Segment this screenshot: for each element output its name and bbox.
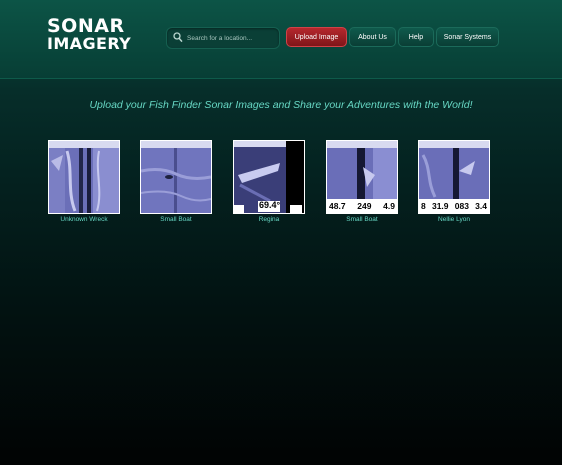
gallery-item[interactable]: Small Boat [140, 140, 212, 223]
sonar-reading: 249 [357, 201, 372, 211]
gallery-caption[interactable]: Unknown Wreck [48, 216, 120, 223]
sonar-reading: 083 [454, 201, 469, 211]
sonar-systems-button[interactable]: Sonar Systems [436, 27, 499, 47]
upload-image-button[interactable]: Upload Image [286, 27, 347, 47]
about-us-button[interactable]: About Us [349, 27, 396, 47]
sonar-thumbnail[interactable] [48, 140, 120, 214]
search-input[interactable] [187, 30, 275, 46]
help-button[interactable]: Help [398, 27, 434, 47]
logo-line-2: IMAGERY [47, 34, 132, 53]
search-icon [173, 32, 183, 43]
gallery-caption[interactable]: Small Boat [140, 216, 212, 223]
gallery-caption[interactable]: Regina [233, 216, 305, 223]
search-box[interactable] [166, 27, 280, 49]
gallery-item[interactable]: 69.4° Regina [233, 140, 305, 223]
sonar-thumbnail[interactable]: 48.7 249 4.9 [326, 140, 398, 214]
site-logo[interactable]: SONAR IMAGERY [47, 17, 133, 53]
gallery-item[interactable]: 48.7 249 4.9 Small Boat [326, 140, 398, 223]
gallery-caption[interactable]: Nellie Lyon [418, 216, 490, 223]
gallery-caption[interactable]: Small Boat [326, 216, 398, 223]
sonar-reading: 4.9 [383, 201, 395, 211]
sonar-reading: 3.4 [475, 201, 487, 211]
sonar-reading: 48.7 [329, 201, 346, 211]
sonar-reading: 69.4° [259, 200, 281, 210]
tagline: Upload your Fish Finder Sonar Images and… [89, 99, 473, 111]
gallery-item[interactable]: Unknown Wreck [48, 140, 120, 223]
sonar-thumbnail[interactable]: 69.4° [233, 140, 305, 214]
sonar-readings: 48.7 249 4.9 [329, 201, 395, 211]
gallery-item[interactable]: 8 31.9 083 3.4 Nellie Lyon [418, 140, 490, 223]
sonar-thumbnail[interactable] [140, 140, 212, 214]
sonar-reading: 8 [421, 201, 426, 211]
sonar-reading: 31.9 [431, 201, 449, 211]
sonar-readings: 8 31.9 083 3.4 [421, 201, 487, 211]
site-header: SONAR IMAGERY Upload Image About Us Help… [0, 0, 562, 79]
sonar-thumbnail[interactable]: 8 31.9 083 3.4 [418, 140, 490, 214]
